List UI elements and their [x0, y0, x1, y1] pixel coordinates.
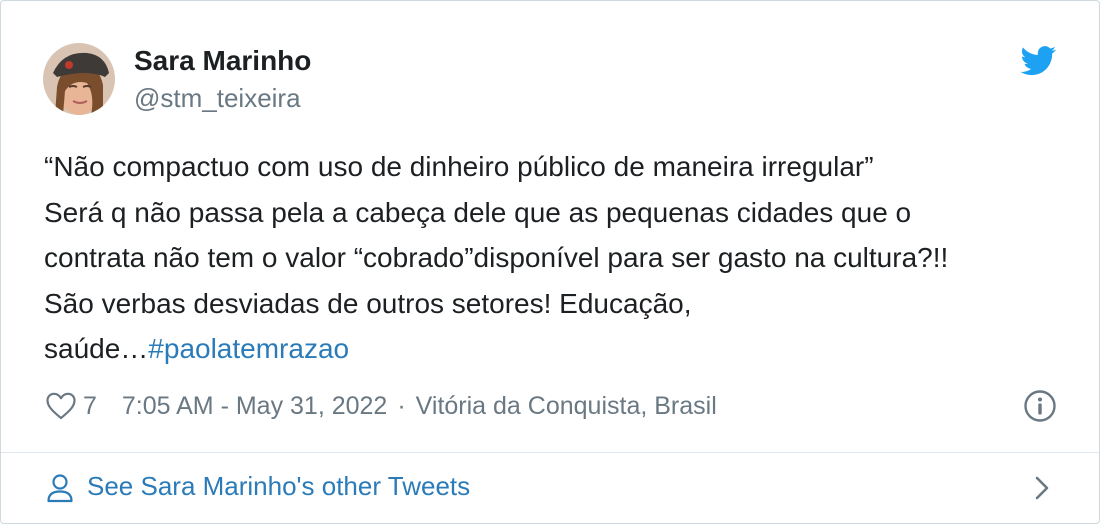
see-other-tweets-label[interactable]: See Sara Marinho's other Tweets — [87, 471, 470, 502]
heart-icon[interactable] — [45, 391, 77, 421]
see-other-tweets-link[interactable]: See Sara Marinho's other Tweets — [1, 453, 1099, 523]
twitter-bird-icon[interactable] — [1020, 46, 1057, 76]
tweet-text: “Não compactuo com uso de dinheiro públi… — [44, 144, 1064, 372]
avatar-photo — [43, 43, 115, 115]
tweet-line: “Não compactuo com uso de dinheiro públi… — [44, 151, 874, 182]
tweet-line: Será q não passa pela a cabeça dele que … — [44, 196, 912, 228]
chevron-right-icon[interactable] — [1032, 473, 1052, 503]
meta-separator: · — [397, 391, 406, 420]
tweet-line-last: saúde…#paolatemrazao — [44, 326, 1064, 372]
tweet-line: contrata não tem o valor “cobrado”dispon… — [44, 242, 949, 274]
tweet-timestamp[interactable]: 7:05 AM - May 31, 2022 — [122, 392, 387, 421]
tweet-meta: 7 7:05 AM - May 31, 2022 · Vitória da Co… — [45, 386, 717, 426]
tweet-line: São verbas desviadas de outros setores! … — [44, 287, 692, 319]
avatar[interactable] — [43, 43, 115, 115]
hashtag-link[interactable]: #paolatemrazao — [148, 333, 349, 364]
info-icon[interactable] — [1023, 389, 1057, 423]
tweet-embed-card: Sara Marinho @stm_teixeira “Não compactu… — [0, 0, 1100, 524]
like-count: 7 — [83, 391, 97, 420]
author-handle[interactable]: @stm_teixeira — [134, 83, 301, 114]
person-icon — [47, 474, 73, 503]
author-name[interactable]: Sara Marinho — [134, 45, 311, 77]
tweet-location[interactable]: Vitória da Conquista, Brasil — [416, 392, 717, 421]
like-button[interactable]: 7 — [45, 391, 97, 421]
tweet-line-text: saúde… — [44, 333, 149, 365]
